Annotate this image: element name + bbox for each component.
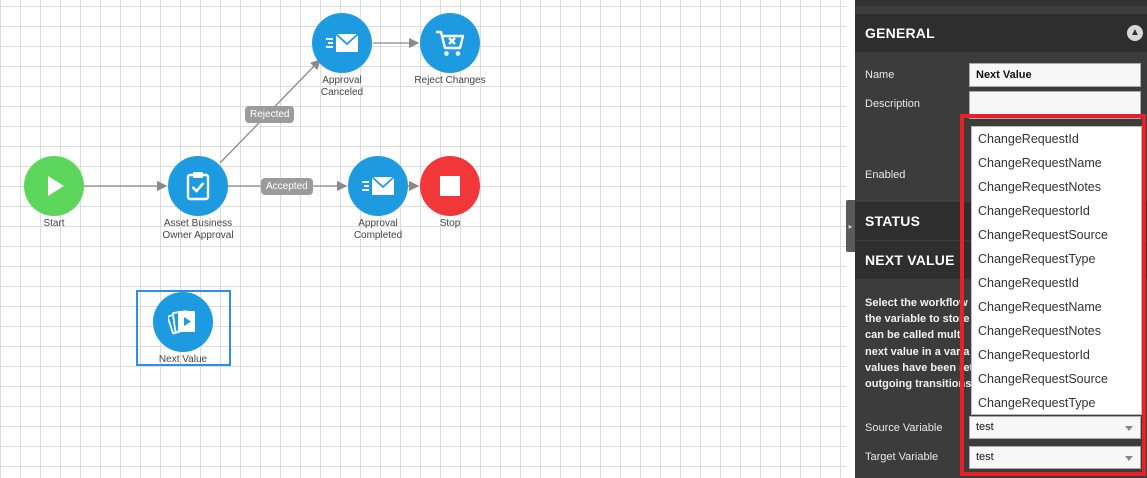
info-line: next value in a varia <box>865 345 970 358</box>
section-next-value-title: NEXT VALUE <box>865 252 955 268</box>
node-start-label: Start <box>43 218 65 229</box>
approval-circle[interactable] <box>168 156 228 216</box>
node-approval-label-1: Asset Business <box>163 218 233 229</box>
dropdown-option[interactable]: ChangeRequestNotes <box>972 175 1141 199</box>
name-label: Name <box>865 69 895 81</box>
node-canceled-label-1: Approval <box>322 75 362 86</box>
media-stack-icon <box>168 310 195 335</box>
dropdown-option[interactable]: ChangeRequestType <box>972 391 1141 414</box>
dropdown-option[interactable]: ChangeRequestorId <box>972 199 1141 223</box>
panel-topbar <box>855 0 1147 6</box>
info-line: outgoing transitions <box>865 378 972 391</box>
node-next-value[interactable]: Next Value <box>133 292 233 366</box>
section-general-title: GENERAL <box>865 25 935 41</box>
chevron-down-icon[interactable] <box>1125 456 1133 461</box>
dropdown-option[interactable]: ChangeRequestName <box>972 295 1141 319</box>
source-variable-value: test <box>976 421 994 433</box>
node-start[interactable]: Start <box>4 156 104 230</box>
chevron-right-icon: ▸ <box>848 221 853 231</box>
name-input[interactable]: Next Value <box>969 63 1141 87</box>
source-variable-dropdown-list[interactable]: ChangeRequestId ChangeRequestName Change… <box>971 126 1142 415</box>
play-icon <box>48 176 64 196</box>
canceled-circle[interactable] <box>312 13 372 73</box>
target-variable-select[interactable]: test <box>969 446 1141 469</box>
node-approval-label-2: Owner Approval <box>162 230 234 241</box>
email-send-icon <box>326 33 359 52</box>
dropdown-option[interactable]: ChangeRequestType <box>972 247 1141 271</box>
dropdown-option[interactable]: ChangeRequestSource <box>972 367 1141 391</box>
email-send-icon <box>362 176 395 195</box>
section-status-title: STATUS <box>865 213 921 229</box>
info-line: can be called multi <box>865 329 964 342</box>
cart-x-icon <box>436 30 465 56</box>
dropdown-option[interactable]: ChangeRequestId <box>972 127 1141 151</box>
next-value-description: Select the workflow v the variable to st… <box>865 295 975 392</box>
reject-circle[interactable] <box>420 13 480 73</box>
target-variable-label: Target Variable <box>865 451 939 463</box>
info-line: Select the workflow v <box>865 297 975 309</box>
node-canceled-label-2: Canceled <box>320 87 364 98</box>
node-completed-label-2: Completed <box>353 230 403 241</box>
node-asset-business-owner-approval[interactable]: Asset Business Owner Approval <box>148 156 248 242</box>
chevron-down-icon[interactable] <box>1125 426 1133 431</box>
edge-label-accepted[interactable]: Accepted <box>261 178 313 195</box>
info-line: the variable to store <box>865 313 970 326</box>
description-input[interactable] <box>969 91 1141 119</box>
section-general-header[interactable]: GENERAL ▲ <box>855 14 1147 52</box>
stop-circle[interactable] <box>420 156 480 216</box>
edge-label-rejected[interactable]: Rejected <box>245 106 295 123</box>
node-reject-label: Reject Changes <box>414 75 486 86</box>
description-label: Description <box>865 98 921 110</box>
info-line: values have been ret <box>865 361 974 374</box>
source-variable-select[interactable]: test <box>969 416 1141 439</box>
node-stop-label: Stop <box>439 218 461 229</box>
dropdown-option[interactable]: ChangeRequestId <box>972 271 1141 295</box>
node-next-value-label: Next Value <box>158 354 208 365</box>
start-circle[interactable] <box>24 156 84 216</box>
clipboard-check-icon <box>186 172 210 201</box>
source-variable-label: Source Variable <box>865 422 943 434</box>
node-approval-canceled[interactable]: Approval Canceled <box>292 13 392 99</box>
panel-collapse-handle[interactable]: ▸ <box>846 200 855 252</box>
node-reject-changes[interactable]: Reject Changes <box>400 13 500 87</box>
dropdown-option[interactable]: ChangeRequestorId <box>972 343 1141 367</box>
stop-icon <box>440 176 460 196</box>
workflow-canvas[interactable]: Start Asset Business Owner Approval Appr… <box>0 0 846 478</box>
dropdown-option[interactable]: ChangeRequestSource <box>972 223 1141 247</box>
target-variable-value: test <box>976 451 994 463</box>
next-value-circle[interactable] <box>153 292 213 352</box>
chevron-up-icon[interactable]: ▲ <box>1127 25 1143 41</box>
dropdown-option[interactable]: ChangeRequestName <box>972 151 1141 175</box>
dropdown-option[interactable]: ChangeRequestNotes <box>972 319 1141 343</box>
completed-circle[interactable] <box>348 156 408 216</box>
enabled-label: Enabled <box>865 169 906 181</box>
node-stop[interactable]: Stop <box>400 156 500 230</box>
